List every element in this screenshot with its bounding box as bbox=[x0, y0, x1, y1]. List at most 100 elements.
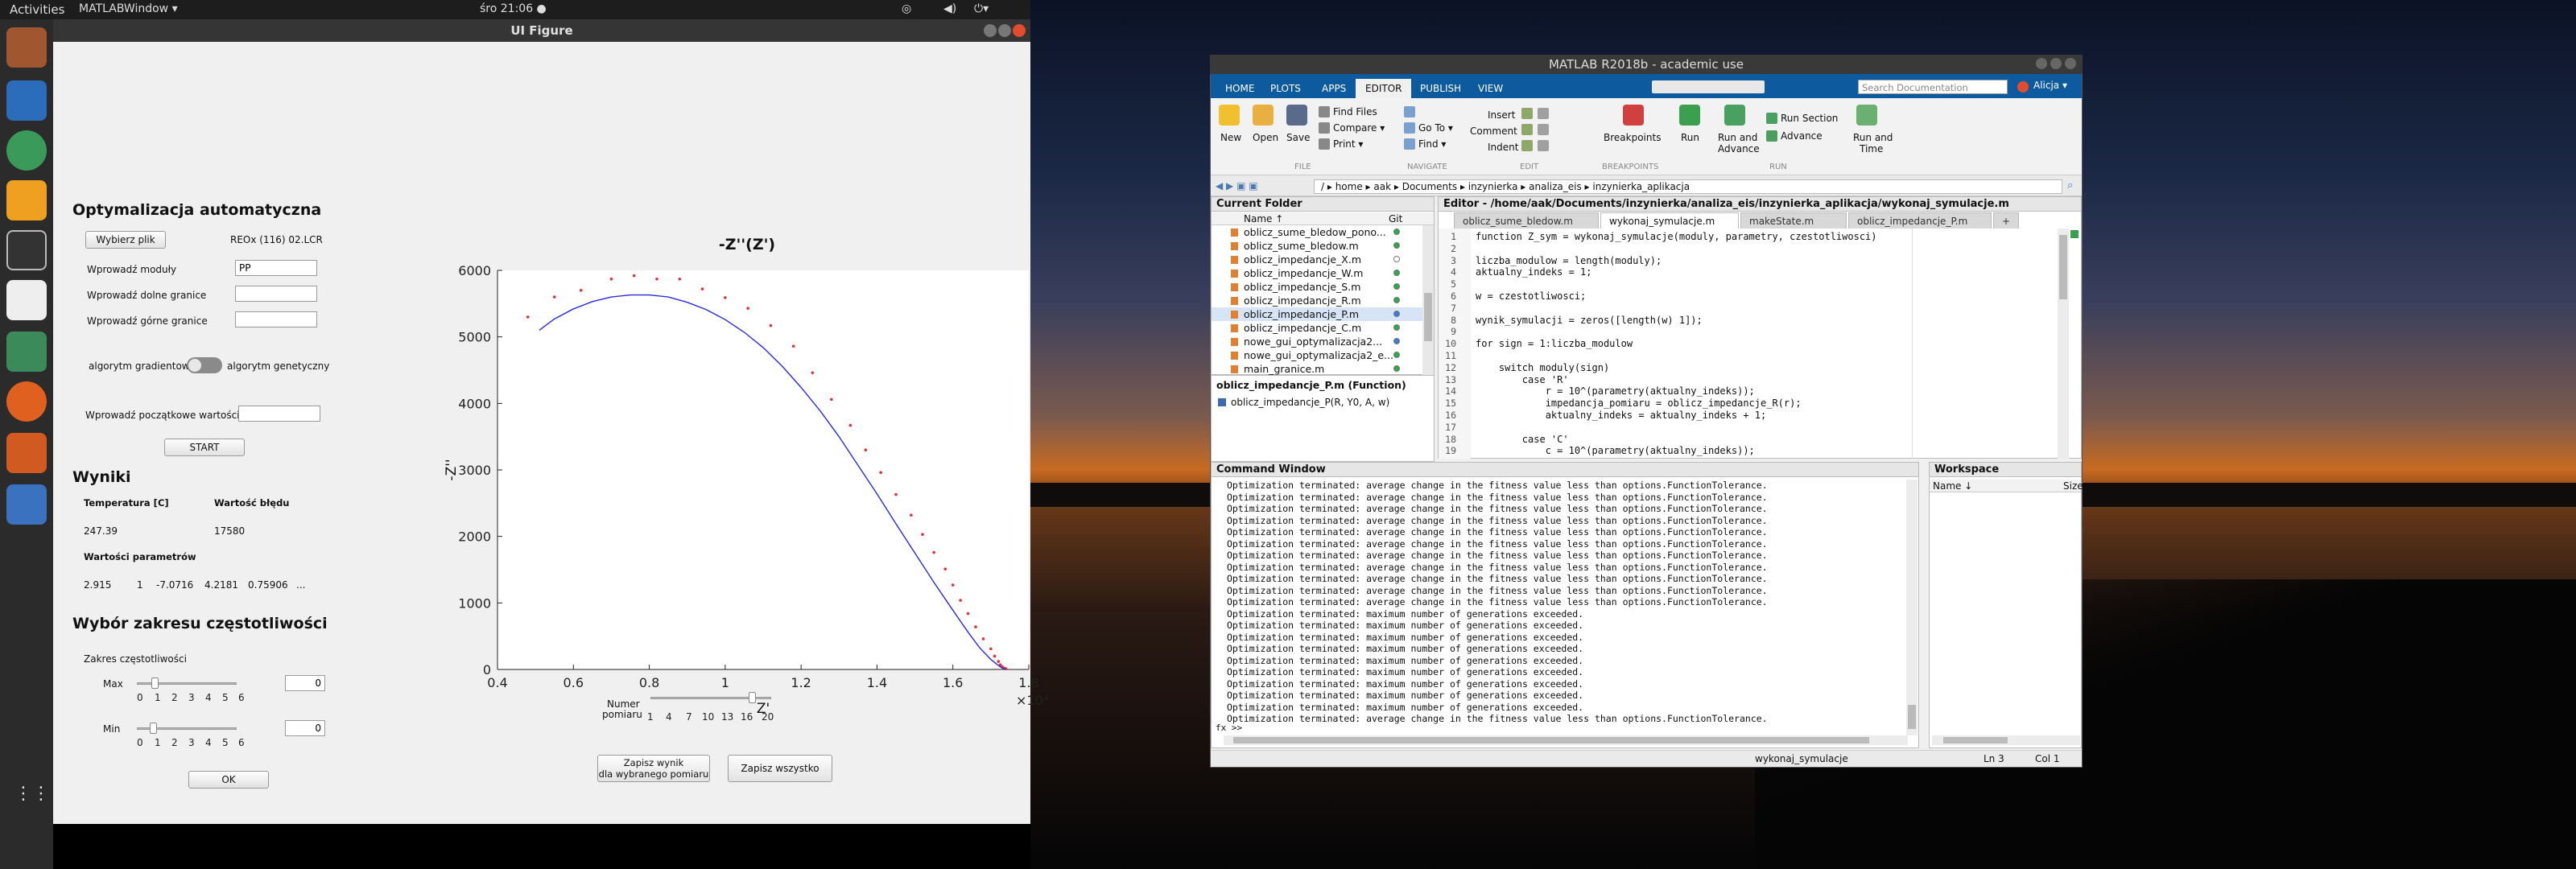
code-line[interactable]: aktualny_indeks = 1; bbox=[1476, 266, 1592, 278]
save-icon[interactable] bbox=[1286, 105, 1307, 126]
ok-button[interactable]: OK bbox=[188, 771, 269, 789]
search-icon[interactable]: ⌕ bbox=[2067, 179, 2073, 192]
scroll-thumb[interactable] bbox=[1233, 737, 1869, 743]
run-section-button[interactable]: Run Section bbox=[1781, 113, 1838, 124]
file-row[interactable]: main_granice.m bbox=[1212, 362, 1422, 376]
code-line[interactable]: aktualny_indeks = aktualny_indeks + 1; bbox=[1476, 409, 1767, 422]
code-line[interactable]: w = czestotliwosci; bbox=[1476, 290, 1586, 303]
tab-publish[interactable]: PUBLISH bbox=[1410, 79, 1471, 98]
editor-tab[interactable]: oblicz_sume_bledow.m bbox=[1454, 212, 1599, 229]
search-documentation-input[interactable]: Search Documentation bbox=[1858, 80, 2008, 94]
comment-icon[interactable] bbox=[1521, 124, 1533, 135]
file-row[interactable]: nowe_gui_optymalizacja2_e... bbox=[1212, 348, 1422, 362]
code-line[interactable]: r = 10^(parametry(aktualny_indeks)); bbox=[1476, 385, 1755, 397]
editor-tab[interactable]: wykonaj_symulacje.m bbox=[1600, 212, 1739, 229]
max-slider-knob[interactable] bbox=[151, 677, 159, 689]
wrap-icon[interactable] bbox=[1538, 124, 1549, 135]
ws-col-size[interactable]: Size bbox=[2063, 480, 2083, 492]
open-button[interactable]: Open bbox=[1253, 132, 1278, 143]
scroll-thumb[interactable] bbox=[1943, 737, 2008, 743]
run-advance-icon[interactable] bbox=[1724, 105, 1745, 126]
editor-tab[interactable]: oblicz_impedancje_P.m bbox=[1848, 212, 1992, 229]
scroll-thumb[interactable] bbox=[1908, 705, 1916, 729]
code-line[interactable]: case 'C' bbox=[1476, 433, 1569, 446]
command-prompt[interactable]: fx >> bbox=[1216, 723, 1242, 733]
path-root[interactable]: / bbox=[1321, 181, 1324, 192]
command-hscrollbar[interactable] bbox=[1224, 735, 1908, 745]
matlab-icon[interactable] bbox=[6, 433, 47, 473]
details-item[interactable]: oblicz_impedancje_P(R, Y0, A, w) bbox=[1231, 397, 1389, 408]
file-row[interactable]: nowe_gui_optymalizacja2... bbox=[1212, 335, 1422, 348]
run-advance-label[interactable]: Run and bbox=[1718, 132, 1757, 143]
tab-plots[interactable]: PLOTS bbox=[1261, 79, 1311, 98]
indent-button[interactable]: Indent bbox=[1488, 142, 1518, 153]
run-time-label[interactable]: Run and bbox=[1853, 132, 1893, 143]
path-segment[interactable]: inzynierka_aplikacja bbox=[1592, 181, 1690, 192]
user-menu[interactable]: Alicja ▾ bbox=[2033, 80, 2067, 91]
tab-view[interactable]: VIEW bbox=[1468, 79, 1513, 98]
workspace-hscrollbar[interactable] bbox=[1932, 735, 2080, 745]
run-advance-label[interactable]: Advance bbox=[1718, 143, 1760, 154]
close-button[interactable] bbox=[1013, 24, 1026, 37]
tab-editor[interactable]: EDITOR bbox=[1356, 79, 1412, 98]
file-row[interactable]: oblicz_impedancje_C.m bbox=[1212, 321, 1422, 335]
code-line[interactable]: impedancja_pomiaru = oblicz_impedancje_R… bbox=[1476, 397, 1802, 410]
code-area[interactable]: 1 function Z_sym = wykonaj_symulacje(modu… bbox=[1439, 230, 2058, 459]
back-icon[interactable] bbox=[1404, 106, 1415, 117]
minimize-button[interactable] bbox=[984, 24, 997, 37]
run-time-icon[interactable] bbox=[1856, 105, 1877, 126]
code-line[interactable]: function Z_sym = wykonaj_symulacje(modul… bbox=[1476, 230, 1877, 243]
path-segment[interactable]: home bbox=[1335, 181, 1363, 192]
code-line[interactable]: c = 10^(parametry(aktualny_indeks)); bbox=[1476, 444, 1755, 457]
network-icon[interactable]: ◎ bbox=[902, 2, 911, 15]
file-row[interactable]: oblicz_sume_bledow.m bbox=[1212, 239, 1422, 253]
tab-home[interactable]: HOME bbox=[1216, 79, 1264, 98]
activities-button[interactable]: Activities bbox=[10, 2, 64, 17]
writer-icon[interactable] bbox=[6, 80, 47, 121]
file-row[interactable]: oblicz_impedancje_W.m bbox=[1212, 266, 1422, 280]
path-segment[interactable]: analiza_eis bbox=[1529, 181, 1582, 192]
insert-icon[interactable] bbox=[1521, 108, 1533, 119]
maximize-button[interactable] bbox=[2050, 58, 2062, 69]
clock[interactable]: śro 21:06 ● bbox=[480, 2, 547, 15]
indent-icon[interactable] bbox=[1521, 140, 1533, 151]
new-tab-button[interactable]: + bbox=[1993, 212, 2020, 229]
close-button[interactable] bbox=[2065, 58, 2076, 69]
tab-apps[interactable]: APPS bbox=[1312, 79, 1356, 98]
editor-scrollbar[interactable] bbox=[2058, 229, 2069, 459]
algorithm-switch[interactable] bbox=[187, 357, 222, 373]
open-folder-icon[interactable] bbox=[1253, 105, 1274, 126]
save-button[interactable]: Save bbox=[1286, 132, 1310, 143]
file-row[interactable]: oblicz_impedancje_P.m bbox=[1212, 307, 1422, 321]
code-line[interactable]: liczba_modulow = length(moduly); bbox=[1476, 254, 1662, 267]
path-segment[interactable]: aak bbox=[1373, 181, 1391, 192]
path-segment[interactable]: inzynierka bbox=[1468, 181, 1518, 192]
quick-access-toolbar[interactable] bbox=[1652, 80, 1765, 93]
power-icon[interactable]: ⏻▾ bbox=[974, 2, 989, 15]
code-line[interactable]: case 'R' bbox=[1476, 373, 1569, 386]
choose-file-button[interactable]: Wybierz plik bbox=[85, 231, 166, 249]
text-editor-icon[interactable] bbox=[6, 180, 47, 220]
command-output[interactable]: Optimization terminated: average change … bbox=[1227, 480, 1911, 729]
start-button[interactable]: START bbox=[164, 439, 245, 456]
notification-icon[interactable] bbox=[2017, 81, 2029, 93]
code-line[interactable]: wynik_symulacji = zeros([length(w) 1]); bbox=[1476, 314, 1703, 327]
col-git[interactable]: Git bbox=[1389, 213, 1402, 224]
maximize-button[interactable] bbox=[998, 24, 1011, 37]
find-button[interactable]: Find ▾ bbox=[1418, 138, 1446, 150]
ebook-icon[interactable] bbox=[6, 280, 47, 320]
new-icon[interactable] bbox=[1219, 105, 1240, 126]
measure-slider-knob[interactable] bbox=[749, 692, 756, 703]
file-row[interactable]: oblicz_impedancje_X.m bbox=[1212, 253, 1422, 266]
run-icon[interactable] bbox=[1679, 105, 1700, 126]
file-row[interactable]: oblicz_impedancje_S.m bbox=[1212, 280, 1422, 294]
minimize-button[interactable] bbox=[2036, 58, 2047, 69]
app-grid-icon[interactable]: ⋮⋮ bbox=[14, 784, 50, 808]
save-selected-button[interactable]: Zapisz wynik dla wybranego pomiaru bbox=[597, 755, 710, 782]
file-row[interactable]: oblicz_sume_bledow_pono... bbox=[1212, 225, 1422, 239]
app-menu[interactable]: MATLABWindow ▾ bbox=[79, 2, 178, 15]
run-time-label[interactable]: Time bbox=[1860, 143, 1883, 154]
breakpoints-button[interactable]: Breakpoints bbox=[1604, 132, 1661, 143]
lower-bounds-input[interactable] bbox=[235, 286, 317, 302]
firefox-icon[interactable] bbox=[6, 381, 47, 422]
